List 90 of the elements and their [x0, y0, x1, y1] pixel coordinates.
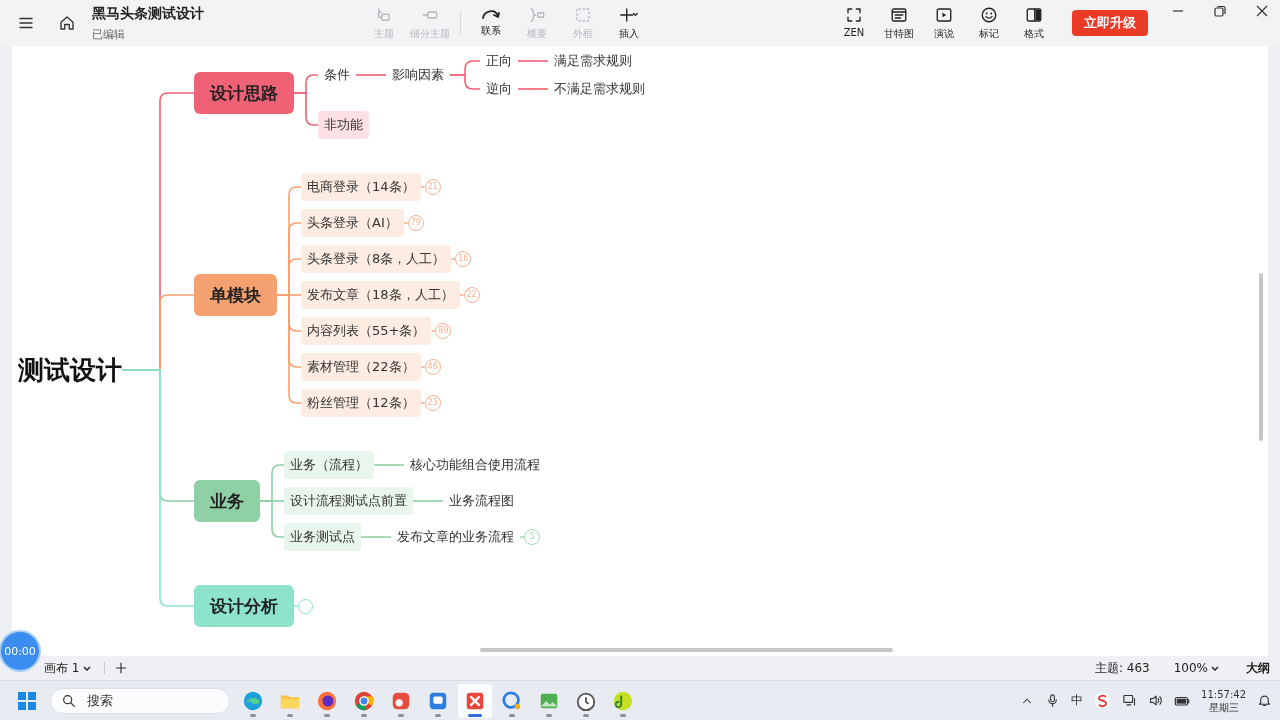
network-icon[interactable]: [1122, 693, 1138, 708]
notification-bell-icon[interactable]: [1257, 693, 1272, 708]
topic-text: 满足需求规则: [553, 52, 633, 70]
subtopic: 发布文章（18条，人工）: [301, 281, 460, 309]
topic-text: 核心功能组合使用流程: [409, 456, 541, 474]
outline-button[interactable]: 大纲: [1246, 659, 1270, 677]
connector-line: [360, 536, 392, 538]
subtopic: 素材管理（22条）: [301, 353, 421, 381]
app-icon: [316, 689, 338, 712]
app-icon: [612, 689, 634, 712]
connector-line: [419, 366, 426, 368]
clock-day[interactable]: 星期三: [1208, 700, 1239, 714]
connector-line: [402, 222, 409, 224]
curved-arrow-icon: [482, 8, 500, 21]
subtopic: 内容列表（55+条）: [301, 317, 432, 345]
search-field[interactable]: 搜索: [85, 692, 205, 709]
close-icon: [1255, 4, 1269, 18]
subtopic: 头条登录（8条，人工）: [301, 245, 452, 273]
toolbar-button[interactable]: 演说: [922, 5, 966, 41]
split-panel-icon: [1025, 5, 1043, 24]
app-icon: [353, 689, 375, 712]
connector-line: [355, 74, 387, 76]
toolbar-button[interactable]: 标记: [967, 5, 1011, 41]
connector-line: [450, 258, 457, 260]
home-icon: [58, 14, 76, 32]
timer-badge[interactable]: 00:00: [1, 632, 39, 670]
connector-line: [412, 500, 444, 502]
fullscreen-icon: [845, 5, 863, 24]
dashed-frame-icon: [574, 5, 592, 24]
connector-line: [519, 536, 525, 538]
connector-line: [517, 60, 549, 62]
main-topic: 单模块: [194, 274, 277, 316]
topic-count: 主题: 463: [1094, 659, 1150, 677]
connector-line: [517, 88, 549, 90]
scrollbar[interactable]: [480, 648, 893, 652]
toolbar-button[interactable]: ZEN: [832, 5, 876, 41]
subtopic: 设计流程测试点前置: [284, 487, 413, 515]
subtopic: 业务测试点: [284, 523, 361, 551]
taskbar-app[interactable]: [458, 683, 492, 718]
connector-line: [458, 294, 465, 296]
topic-text: 不满足需求规则: [553, 80, 646, 98]
connector-line: [419, 186, 426, 188]
main-topic: 设计思路: [194, 72, 294, 114]
connector-line: [293, 605, 299, 607]
subtopic: 粉丝管理（12条）: [301, 389, 421, 417]
topic-text: 条件: [323, 66, 351, 84]
subtopic: 头条登录（AI）: [301, 209, 404, 237]
save-status: 已编辑: [92, 26, 126, 42]
scrollbar[interactable]: [1259, 273, 1263, 441]
topic-text: 正向: [485, 52, 513, 70]
topic-icon: [375, 5, 393, 24]
zoom-dropdown[interactable]: 100%: [1173, 661, 1220, 675]
smiley-icon: [980, 5, 998, 24]
connector-line: [449, 74, 481, 90]
collapse-marker[interactable]: [298, 598, 313, 614]
input-method-indicator[interactable]: 中: [1071, 692, 1084, 709]
toolbar-button[interactable]: 联系: [469, 8, 513, 38]
search-icon: [61, 692, 77, 709]
document-title: 黑马头条测试设计: [92, 4, 205, 23]
plus-icon: [115, 662, 128, 674]
search-bar[interactable]: 搜索: [50, 687, 230, 714]
toolbar-button[interactable]: 插入: [607, 5, 651, 41]
subtopic: 电商登录（14条）: [301, 173, 421, 201]
central-topic: 测试设计: [18, 354, 122, 387]
brace-icon: [528, 5, 546, 24]
connector-line: [419, 402, 426, 404]
subtopic: 业务（流程）: [284, 451, 374, 479]
windows-icon: [17, 690, 37, 711]
topic-text: 发布文章的业务流程: [396, 528, 515, 546]
topic-text: 逆向: [485, 80, 513, 98]
clock-time[interactable]: 11:57:42: [1201, 687, 1246, 701]
window-list-icon: [890, 5, 908, 24]
upgrade-button[interactable]: 立即升级: [1072, 10, 1148, 36]
minimize-icon: [1173, 10, 1183, 12]
main-topic: 业务: [194, 480, 260, 522]
sogou-icon[interactable]: [1094, 692, 1112, 709]
connector-line: [373, 464, 405, 466]
sheet-tab[interactable]: 画布 1: [40, 659, 97, 677]
toolbar-button[interactable]: 格式: [1012, 5, 1056, 41]
topic-text: 影响因素: [391, 66, 445, 84]
app-icon: [501, 689, 523, 712]
subtopic: 非功能: [318, 111, 369, 139]
restore-icon: [1213, 4, 1227, 18]
connector-line: [430, 330, 437, 332]
app-icon: [242, 689, 264, 712]
topic-text: 业务流程图: [448, 492, 515, 510]
main-topic: 设计分析: [194, 585, 294, 627]
volume-icon[interactable]: [1148, 693, 1164, 708]
toolbar-button[interactable]: 甘特图: [877, 5, 921, 41]
play-icon: [935, 5, 953, 24]
